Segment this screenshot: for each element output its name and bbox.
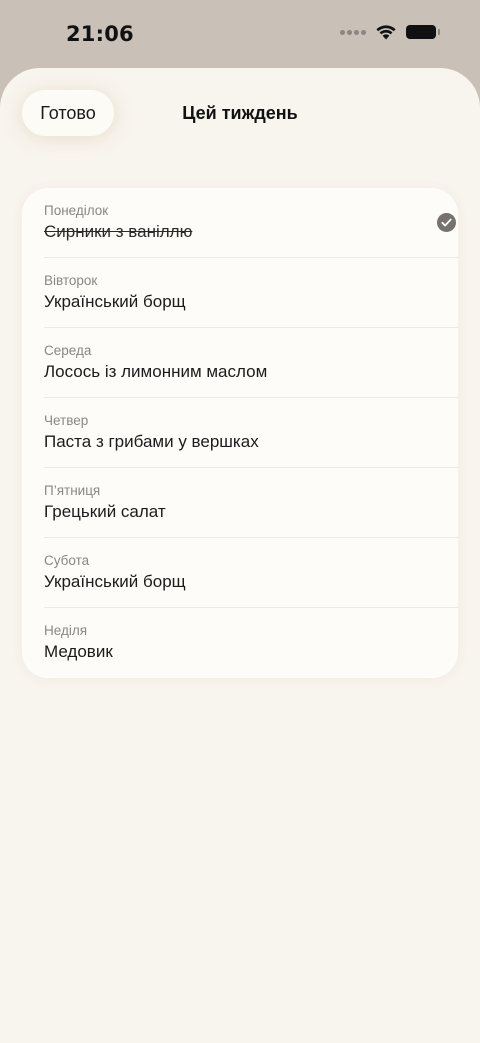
dish-name: Сирники з ваніллю	[44, 222, 193, 241]
battery-icon	[406, 25, 440, 39]
dish-name: Український борщ	[44, 292, 186, 311]
day-row-friday[interactable]: П’ятниця Грецький салат	[44, 468, 458, 538]
day-label: П’ятниця	[44, 483, 101, 498]
dish-name: Лосось із лимонним маслом	[44, 362, 268, 381]
day-row-monday[interactable]: Понеділок Сирники з ваніллю	[44, 188, 458, 258]
day-row-wednesday[interactable]: Середа Лосось із лимонним маслом	[44, 328, 458, 398]
day-row-sunday[interactable]: Неділя Медовик	[44, 608, 458, 678]
status-bar: 21:06	[0, 0, 480, 70]
day-row-saturday[interactable]: Субота Український борщ	[44, 538, 458, 608]
week-meal-list: Понеділок Сирники з ваніллю Вівторок Укр…	[22, 188, 458, 678]
day-row-tuesday[interactable]: Вівторок Український борщ	[44, 258, 458, 328]
cellular-signal-icon	[340, 29, 366, 35]
week-sheet: Готово Цей тиждень Понеділок Сирники з в…	[0, 68, 480, 1043]
day-label: Субота	[44, 553, 90, 568]
wifi-icon	[376, 25, 396, 40]
day-row-thursday[interactable]: Четвер Паста з грибами у вершках	[44, 398, 458, 468]
dish-name: Український борщ	[44, 572, 186, 591]
dish-name: Паста з грибами у вершках	[44, 432, 259, 451]
dish-name: Медовик	[44, 642, 113, 661]
status-icons	[340, 24, 440, 40]
day-label: Четвер	[44, 413, 89, 428]
status-time: 21:06	[66, 22, 134, 46]
day-label: Понеділок	[44, 203, 109, 218]
checkmark-circle-icon[interactable]	[437, 213, 456, 232]
day-label: Середа	[44, 343, 92, 358]
dish-name: Грецький салат	[44, 502, 166, 521]
day-label: Неділя	[44, 623, 88, 638]
sheet-title: Цей тиждень	[182, 103, 298, 123]
day-label: Вівторок	[44, 273, 98, 288]
